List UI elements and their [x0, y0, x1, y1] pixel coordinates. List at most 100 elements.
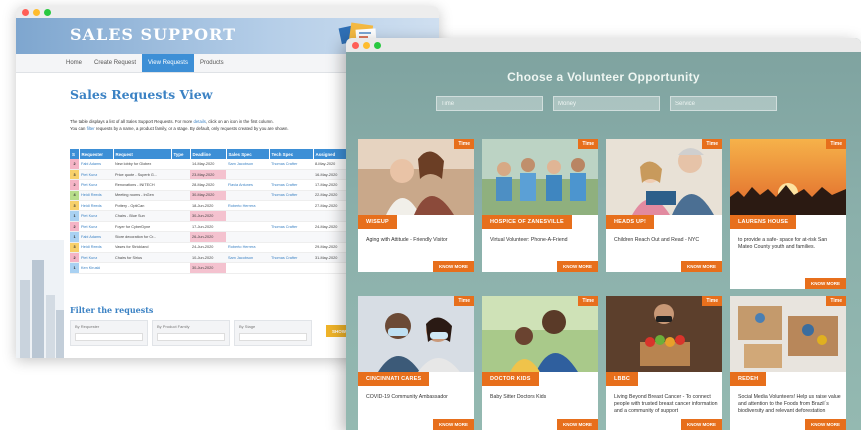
col-request[interactable]: Request — [113, 149, 172, 159]
opportunity-card[interactable]: Time DOCTOR KIDS Baby Sitter Doctors Kid… — [482, 296, 598, 430]
card-tag: Time — [578, 139, 598, 149]
know-more-button[interactable]: KNOW MORE — [557, 419, 598, 430]
card-photo — [730, 139, 846, 215]
table-row[interactable]: 3 Heidi Reeds Vases for Strickland 24-Jun-2… — [70, 242, 352, 254]
cell-stage[interactable]: 1 — [70, 262, 79, 274]
page-title: Choose a Volunteer Opportunity — [507, 70, 700, 84]
nav-products[interactable]: Products — [194, 54, 230, 72]
col-requester[interactable]: Requester — [79, 149, 114, 159]
col-type[interactable]: Type — [171, 149, 191, 159]
cell-deadline: 18-Jun-2020 — [190, 200, 226, 212]
table-row[interactable]: 2 Piet Kunz Renovations - INITECH 28-May-20… — [70, 179, 352, 191]
know-more-button[interactable]: KNOW MORE — [805, 419, 846, 430]
volunteer-hug-photo-icon — [358, 139, 474, 215]
filter-requester-select[interactable] — [75, 333, 143, 341]
table-row[interactable]: 1 Piet Kunz Chairs - Blue Sun 30-Jun-2020 — [70, 210, 352, 222]
table-row[interactable]: 4 Heidi Reeds Meeting rooms - InGen 30-May-… — [70, 190, 352, 202]
card-description: Baby Sitter Doctors Kids — [490, 394, 547, 400]
cell-requester: Piet Kunz — [79, 169, 113, 181]
cell-stage[interactable]: 1 — [70, 210, 79, 222]
know-more-button[interactable]: KNOW MORE — [681, 261, 722, 272]
nav-create-request[interactable]: Create Request — [88, 54, 142, 72]
maximize-window-icon[interactable] — [374, 41, 381, 49]
col-deadline[interactable]: Deadline — [190, 149, 227, 159]
know-more-button[interactable]: KNOW MORE — [557, 261, 598, 272]
cell-stage[interactable]: 2 — [70, 179, 79, 191]
cell-tech-spec: Thomas Crafter — [269, 221, 313, 233]
nav-home[interactable]: Home — [60, 54, 88, 72]
card-description: Virtual Volunteer: Phone-A-Friend — [490, 237, 568, 243]
filter-requester: By Requester — [70, 320, 148, 346]
opportunity-card[interactable]: Time WISEUP Aging with Attitude - Friend… — [358, 139, 474, 272]
cell-deadline: 26-Jun-2020 — [190, 231, 226, 243]
nav-view-requests[interactable]: View Requests — [142, 54, 194, 72]
opportunity-card[interactable]: Time CINCINNATI CARES COVID-19 Community… — [358, 296, 474, 430]
opportunity-card[interactable]: Time REDEH Social Media Volunteers! Help… — [730, 296, 846, 430]
col-stage[interactable]: S — [70, 149, 80, 159]
window-titlebar — [16, 6, 439, 18]
know-more-button[interactable]: KNOW MORE — [681, 419, 722, 430]
cell-stage[interactable]: 2 — [70, 159, 79, 170]
table-row[interactable]: 3 Heidi Reeds Pottery - OptiCan 18-Jun-2020… — [70, 200, 352, 212]
cell-deadline: 30-Jun-2020 — [190, 262, 226, 274]
cell-sales-spec — [226, 190, 269, 202]
table-row[interactable]: 1 Fabi Adams Store decoration for Cr... 26-… — [70, 231, 352, 243]
details-link[interactable]: details — [193, 119, 205, 124]
minimize-window-icon[interactable] — [363, 41, 370, 49]
know-more-button[interactable]: KNOW MORE — [433, 419, 474, 430]
card-tag: Time — [454, 296, 474, 306]
cell-tech-spec — [269, 210, 313, 222]
cell-sales-spec — [226, 210, 269, 222]
opportunity-card[interactable]: Time HOSPICE OF ZANESVILLE Virtual Volun… — [482, 139, 598, 272]
know-more-button[interactable]: KNOW MORE — [433, 261, 474, 272]
filter-link[interactable]: filter — [87, 126, 95, 131]
table-row[interactable]: 2 Piet Kunz Chairs for Sirius 10-Jun-2020 Sa… — [70, 252, 352, 264]
card-photo — [358, 296, 474, 372]
opportunity-card[interactable]: Time HEADS UP! Children Reach Out and Re… — [606, 139, 722, 272]
table-header-row: S Requester Request Type Deadline Sales … — [70, 149, 353, 159]
cell-type — [171, 242, 190, 254]
cell-stage[interactable]: 3 — [70, 169, 79, 181]
cell-stage[interactable]: 3 — [70, 242, 79, 254]
cell-requester: Piet Kunz — [79, 179, 113, 191]
cell-requester: Heidi Reeds — [79, 190, 113, 202]
cell-stage[interactable]: 4 — [70, 190, 79, 202]
cell-stage[interactable]: 3 — [70, 200, 79, 212]
know-more-button[interactable]: KNOW MORE — [805, 278, 846, 289]
cell-request: Chairs for Sirius — [113, 252, 171, 264]
close-window-icon[interactable] — [352, 41, 359, 49]
card-org: LAURENS HOUSE — [730, 215, 797, 229]
opportunity-card[interactable]: Time LAURENS HOUSE to provide a safe- sp… — [730, 139, 846, 289]
col-tech-spec[interactable]: Tech Spec — [269, 149, 314, 159]
cell-requester: Ken Kiruski — [79, 262, 113, 274]
table-row[interactable]: 1 Ken Kiruski 30-Jun-2020 — [70, 262, 352, 274]
cell-stage[interactable]: 2 — [70, 221, 79, 233]
cell-tech-spec — [269, 231, 313, 243]
cell-stage[interactable]: 2 — [70, 252, 79, 264]
cell-stage[interactable]: 1 — [70, 231, 79, 243]
opportunity-card[interactable]: Time LBBC Living Beyond Breast Cancer - … — [606, 296, 722, 430]
time-input[interactable] — [436, 96, 543, 111]
card-tag: Time — [578, 296, 598, 306]
close-window-icon[interactable] — [22, 8, 29, 16]
cell-requester: Piet Kunz — [79, 252, 113, 264]
table-row[interactable]: 3 Piet Kunz Price quote - Superb G... 23-Ma… — [70, 169, 352, 181]
card-photo — [730, 296, 846, 372]
minimize-window-icon[interactable] — [33, 8, 40, 16]
filter-stage-select[interactable] — [239, 333, 307, 341]
service-input[interactable] — [670, 96, 777, 111]
card-tag: Time — [702, 296, 722, 306]
cell-deadline: 17-Jun-2020 — [190, 221, 226, 233]
maximize-window-icon[interactable] — [44, 8, 51, 16]
cell-sales-spec — [226, 231, 269, 243]
money-input[interactable] — [553, 96, 660, 111]
app-brand: SALES SUPPORT — [70, 25, 236, 44]
filter-product-family-select[interactable] — [157, 333, 225, 341]
cell-sales-spec — [226, 262, 269, 274]
card-photo — [606, 296, 722, 372]
col-sales-spec[interactable]: Sales Spec — [226, 149, 270, 159]
food-boxes-photo-icon — [730, 296, 846, 372]
cell-request: Renovations - INITECH — [113, 179, 171, 191]
table-row[interactable]: 2 Fabi Adams New lobby for Globex 14-May-20… — [70, 159, 352, 170]
table-row[interactable]: 2 Piet Kunz Foyer for CyberDyne 17-Jun-2020… — [70, 221, 352, 233]
